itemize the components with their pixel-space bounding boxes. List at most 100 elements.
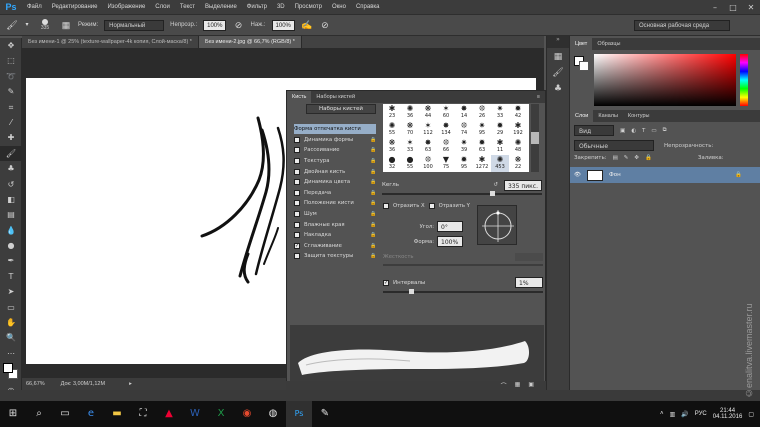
path-select-tool-icon[interactable]: ➤ xyxy=(0,284,22,299)
menu-item[interactable]: Слои xyxy=(150,4,175,10)
lock-paint-icon[interactable]: ✎ xyxy=(624,155,629,161)
brush-tip-cell[interactable]: ✶ 33 xyxy=(401,138,419,155)
brush-option-row[interactable]: Накладка 🔒 xyxy=(294,230,376,240)
zoom-tool-icon[interactable]: 🔍 xyxy=(0,330,22,345)
history-panel-icon[interactable]: ▦ xyxy=(547,52,569,68)
search-icon[interactable]: ⌕ xyxy=(26,401,52,427)
brush-option-row[interactable]: Защита текстуры 🔒 xyxy=(294,251,376,261)
toggle-preview-icon[interactable]: ⌒ xyxy=(501,381,507,390)
close-icon[interactable]: ✕ xyxy=(742,3,760,12)
status-arrow-icon[interactable]: ▸ xyxy=(129,381,132,387)
tab-document-1[interactable]: Без имени-1 @ 25% (texture-wallpaper-4k … xyxy=(22,36,199,48)
crop-tool-icon[interactable]: ⌗ xyxy=(0,100,22,115)
brush-tip-cell[interactable]: ✱ 1272 xyxy=(473,155,491,172)
hue-slider[interactable] xyxy=(740,54,748,106)
option-checkbox[interactable] xyxy=(294,179,300,186)
brush-tip-cell[interactable]: ✺ 36 xyxy=(401,104,419,121)
layer-kind-select[interactable]: Вид xyxy=(574,125,614,136)
network-icon[interactable]: ▥ xyxy=(670,411,676,418)
brush-tip-cell[interactable]: ✷ 39 xyxy=(455,138,473,155)
brush-tip-cell[interactable]: ✺ 453 xyxy=(491,155,509,172)
scrollbar-thumb[interactable] xyxy=(531,132,539,144)
option-checkbox[interactable] xyxy=(294,147,300,154)
paint-icon[interactable]: ✎ xyxy=(312,401,338,427)
windows-start-icon[interactable]: ⊞ xyxy=(0,401,26,427)
tab-layers[interactable]: Слои xyxy=(570,110,594,122)
tab-brush[interactable]: Кисть xyxy=(287,91,312,103)
dodge-tool-icon[interactable]: ● xyxy=(0,238,22,253)
option-checkbox[interactable] xyxy=(294,136,300,143)
menu-item[interactable]: Фильтр xyxy=(242,4,272,10)
brush-tip-cell[interactable]: ✷ 33 xyxy=(491,104,509,121)
clock[interactable]: 21:44 04.11.2016 xyxy=(713,408,743,420)
excel-icon[interactable]: X xyxy=(208,401,234,427)
brush-tip-cell[interactable]: ❊ 100 xyxy=(419,155,437,172)
shape-tool-icon[interactable]: ▭ xyxy=(0,300,22,315)
size-slider-handle[interactable] xyxy=(490,191,495,196)
tab-color[interactable]: Цвет xyxy=(570,38,593,50)
roundness-input[interactable]: 100% xyxy=(437,236,463,247)
spacing-input[interactable]: 1% xyxy=(515,277,543,288)
clone-source-icon[interactable]: ♣ xyxy=(547,84,569,100)
brush-tip-cell[interactable]: ❋ 44 xyxy=(419,104,437,121)
brush-tip-cell[interactable]: ❊ 74 xyxy=(455,121,473,138)
option-lock-icon[interactable]: 🔒 xyxy=(370,211,376,217)
brush-tip-cell[interactable]: ❊ 66 xyxy=(437,138,455,155)
blend-mode-select[interactable]: Обычные xyxy=(574,140,654,151)
tab-brush-presets[interactable]: Наборы кистей xyxy=(311,91,360,103)
brush-tip-cell[interactable]: ✹ 42 xyxy=(509,104,527,121)
brush-presets-button[interactable]: Наборы кистей xyxy=(306,104,376,114)
grid-view-icon[interactable]: ▦ xyxy=(515,381,521,390)
brush-tip-cell[interactable]: ✷ 95 xyxy=(473,121,491,138)
spacing-slider-handle[interactable] xyxy=(409,289,414,294)
reset-size-icon[interactable]: ↺ xyxy=(493,182,498,188)
brush-panel-icon[interactable]: 🖌 xyxy=(547,68,569,84)
filter-pixel-icon[interactable]: ▣ xyxy=(620,128,625,134)
zoom-level[interactable]: 66,67% xyxy=(26,381,45,387)
file-explorer-icon[interactable]: ▬ xyxy=(104,401,130,427)
brush-tip-cell[interactable]: ✶ 112 xyxy=(419,121,437,138)
option-lock-icon[interactable]: 🔒 xyxy=(370,232,376,238)
brush-option-row[interactable]: Двойная кисть 🔒 xyxy=(294,166,376,176)
lock-pixels-icon[interactable]: ▤ xyxy=(613,155,618,161)
menu-item[interactable]: Редактирование xyxy=(47,4,103,10)
minimize-icon[interactable]: – xyxy=(706,3,724,12)
quick-select-tool-icon[interactable]: ✎ xyxy=(0,84,22,99)
brush-tip-cell[interactable]: ❋ 22 xyxy=(509,155,527,172)
brush-angle-preview[interactable] xyxy=(477,205,517,245)
stamp-tool-icon[interactable]: ♣ xyxy=(0,161,22,176)
option-lock-icon[interactable]: 🔒 xyxy=(370,137,376,143)
brush-tip-cell[interactable]: ✹ 95 xyxy=(455,155,473,172)
brush-option-row[interactable]: Влажные края 🔒 xyxy=(294,219,376,229)
volume-icon[interactable]: 🔊 xyxy=(681,411,688,418)
visibility-eye-icon[interactable]: 👁 xyxy=(574,172,581,178)
option-checkbox[interactable] xyxy=(294,221,300,228)
option-lock-icon[interactable]: 🔒 xyxy=(370,179,376,185)
foreground-color-swatch[interactable] xyxy=(3,363,13,374)
brush-option-row[interactable]: Передача 🔒 xyxy=(294,188,376,198)
brush-tool-icon[interactable]: 🖌 xyxy=(0,145,22,162)
brush-tip-cell[interactable]: ✺ 48 xyxy=(509,138,527,155)
brush-size-preview[interactable]: 335 xyxy=(36,19,54,31)
brush-tip-cell[interactable]: ✹ 29 xyxy=(491,121,509,138)
menu-item[interactable]: Просмотр xyxy=(290,4,327,10)
steam-icon[interactable]: ◍ xyxy=(260,401,286,427)
option-checkbox[interactable] xyxy=(294,210,300,217)
menu-item[interactable]: Окно xyxy=(327,4,351,10)
brush-option-row[interactable]: Положение кисти 🔒 xyxy=(294,198,376,208)
flow-input[interactable]: 100% xyxy=(271,19,295,31)
option-lock-icon[interactable]: 🔒 xyxy=(370,222,376,228)
lasso-tool-icon[interactable]: ➰ xyxy=(0,69,22,84)
dock-collapse-icon[interactable]: » xyxy=(547,36,569,48)
healing-tool-icon[interactable]: ✚ xyxy=(0,130,22,145)
size-input[interactable]: 335 пикс. xyxy=(503,179,542,191)
brush-option-row[interactable]: Текстура 🔒 xyxy=(294,156,376,166)
option-checkbox[interactable]: ✓ xyxy=(294,242,300,249)
move-tool-icon[interactable]: ✥ xyxy=(0,38,22,53)
layer-name[interactable]: Фон xyxy=(609,172,621,178)
brush-tip-cell[interactable]: ✺ 55 xyxy=(383,121,401,138)
menu-item[interactable]: Изображение xyxy=(102,4,150,10)
store-icon[interactable]: ⛶ xyxy=(130,401,156,427)
menu-item[interactable]: Текст xyxy=(175,4,200,10)
brush-tip-cell[interactable]: ❋ 70 xyxy=(401,121,419,138)
